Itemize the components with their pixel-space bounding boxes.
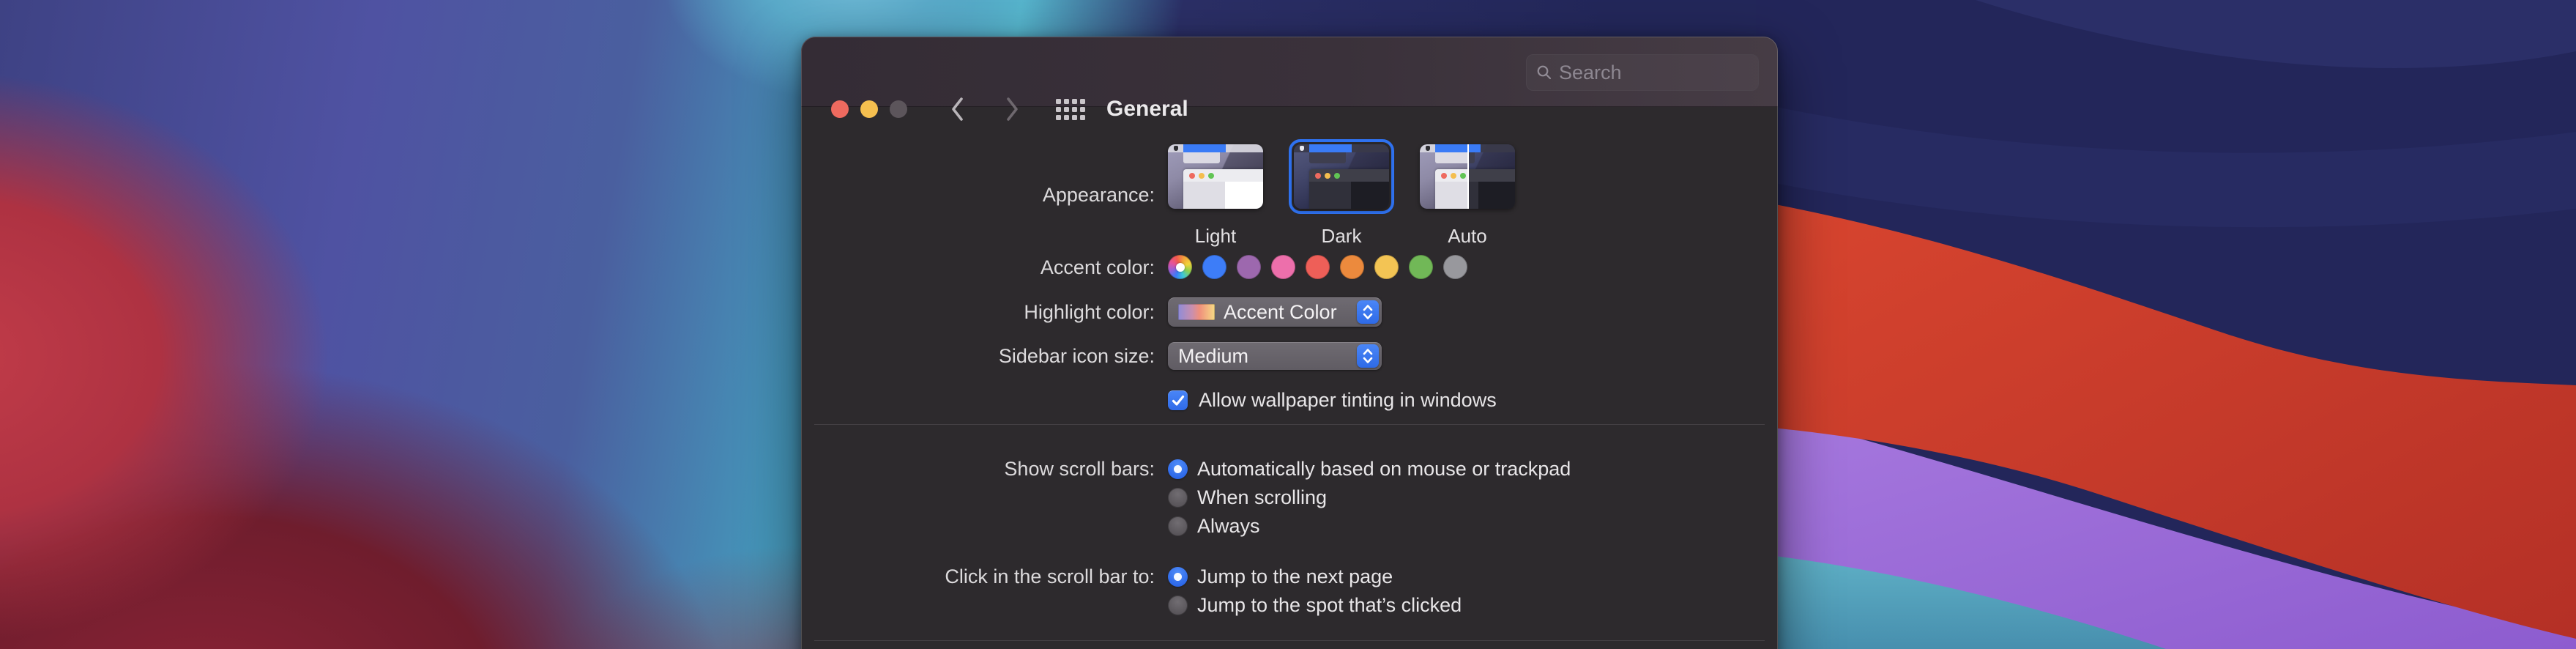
- search-icon: [1537, 65, 1552, 80]
- scroll-bars-radio-label-0: Automatically based on mouse or trackpad: [1197, 458, 1571, 480]
- popup-stepper-icon: [1357, 300, 1379, 324]
- scroll-bars-options: Automatically based on mouse or trackpad…: [1168, 458, 1571, 537]
- accent-swatch-multicolor[interactable]: [1168, 255, 1192, 279]
- accent-swatches: [1168, 255, 1467, 279]
- click-scroll-bar-radio-label-1: Jump to the spot that’s clicked: [1197, 594, 1462, 616]
- click-scroll-bar-option-1[interactable]: Jump to the spot that’s clicked: [1168, 594, 1462, 616]
- scroll-bars-option-0[interactable]: Automatically based on mouse or trackpad: [1168, 458, 1571, 480]
- system-preferences-window: General Search Appearance: Light Dark Au…: [801, 37, 1778, 649]
- desktop: General Search Appearance: Light Dark Au…: [0, 0, 2576, 649]
- accent-swatch-purple[interactable]: [1237, 255, 1261, 279]
- auto-preview: [1420, 144, 1515, 209]
- scroll-bars-radio-label-1: When scrolling: [1197, 486, 1328, 508]
- accent-swatch-orange[interactable]: [1340, 255, 1364, 279]
- highlight-gradient-swatch: [1178, 304, 1215, 320]
- section-divider: [814, 424, 1765, 425]
- click-scroll-bar-radio-0[interactable]: [1168, 567, 1188, 587]
- accent-swatch-yellow[interactable]: [1374, 255, 1399, 279]
- appearance-label-auto: Auto: [1448, 225, 1487, 247]
- wallpaper-tinting-checkbox[interactable]: [1168, 390, 1188, 410]
- appearance-option-auto[interactable]: [1420, 144, 1515, 209]
- highlight-color-label: Highlight color:: [1024, 301, 1155, 323]
- click-scroll-bar-radio-label-0: Jump to the next page: [1197, 565, 1393, 587]
- checkmark-icon: [1172, 395, 1184, 406]
- apple-logo-icon: [1299, 146, 1304, 151]
- appearance-options: [1168, 139, 1515, 214]
- apple-logo-icon: [1173, 146, 1178, 151]
- general-pane: Appearance: Light Dark Auto Accent color…: [801, 108, 1778, 649]
- titlebar: General Search: [801, 37, 1778, 121]
- highlight-color-value: Accent Color: [1224, 300, 1337, 323]
- sidebar-icon-size-value: Medium: [1178, 344, 1249, 367]
- sidebar-icon-size-popup[interactable]: Medium: [1168, 342, 1382, 370]
- scroll-bars-option-1[interactable]: When scrolling: [1168, 486, 1571, 508]
- appearance-label-dark: Dark: [1321, 225, 1362, 247]
- search-placeholder: Search: [1559, 61, 1622, 84]
- click-scroll-bar-label: Click in the scroll bar to:: [945, 565, 1155, 587]
- scroll-bars-radio-label-2: Always: [1197, 515, 1260, 537]
- sidebar-icon-size-label: Sidebar icon size:: [998, 345, 1155, 367]
- wallpaper-tinting-row: Allow wallpaper tinting in windows: [1168, 389, 1497, 412]
- accent-swatch-red[interactable]: [1306, 255, 1330, 279]
- light-preview: [1168, 144, 1263, 209]
- click-scroll-bar-radio-1[interactable]: [1168, 596, 1188, 615]
- accent-color-label: Accent color:: [1040, 256, 1155, 278]
- appearance-label: Appearance:: [1042, 184, 1155, 206]
- search-field[interactable]: Search: [1526, 54, 1759, 91]
- wallpaper-tinting-label: Allow wallpaper tinting in windows: [1199, 389, 1497, 411]
- accent-swatch-blue[interactable]: [1202, 255, 1226, 279]
- dark-preview: [1294, 144, 1389, 209]
- highlight-color-popup[interactable]: Accent Color: [1168, 297, 1382, 327]
- wallpaper-waves: [1756, 0, 2576, 649]
- section-divider: [814, 640, 1765, 641]
- accent-swatch-green[interactable]: [1409, 255, 1433, 279]
- appearance-option-light[interactable]: [1168, 144, 1263, 209]
- scroll-bars-radio-1[interactable]: [1168, 488, 1188, 508]
- popup-stepper-icon: [1357, 344, 1379, 368]
- click-scroll-bar-options: Jump to the next page Jump to the spot th…: [1168, 565, 1462, 616]
- appearance-option-dark[interactable]: [1289, 139, 1394, 214]
- accent-swatch-graphite[interactable]: [1443, 255, 1467, 279]
- scroll-bars-option-2[interactable]: Always: [1168, 515, 1571, 537]
- scroll-bars-radio-0[interactable]: [1168, 459, 1188, 479]
- scroll-bars-radio-2[interactable]: [1168, 516, 1188, 536]
- accent-swatch-pink[interactable]: [1271, 255, 1295, 279]
- appearance-option-labels: Light Dark Auto: [1168, 225, 1515, 248]
- scroll-bars-label: Show scroll bars:: [1004, 458, 1155, 480]
- click-scroll-bar-option-0[interactable]: Jump to the next page: [1168, 565, 1462, 587]
- appearance-label-light: Light: [1194, 225, 1237, 247]
